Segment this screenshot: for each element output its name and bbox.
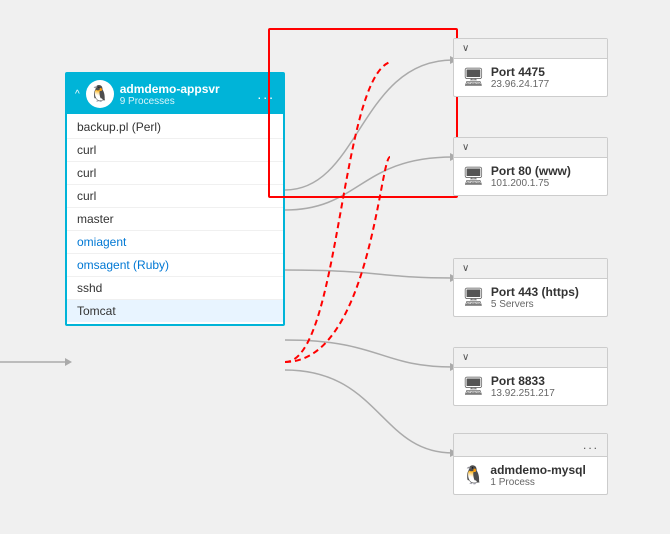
port-collapse-icon[interactable]: ∨ — [462, 43, 469, 54]
port-4475-ip: 23.96.24.177 — [491, 79, 549, 90]
port-icon: 🖥 — [462, 166, 485, 187]
port-collapse-icon[interactable]: ∨ — [462, 352, 469, 363]
admdemo-mysql-content: 🐧 admdemo-mysql 1 Process — [454, 457, 607, 494]
server-name: admdemo-appsvr — [120, 82, 220, 96]
port-icon: 🖥 — [462, 287, 485, 308]
process-item-tomcat[interactable]: Tomcat — [67, 300, 283, 322]
admdemo-mysql-node[interactable]: ... 🐧 admdemo-mysql 1 Process — [453, 433, 608, 495]
port-80-node[interactable]: ∨ 🖥 Port 80 (www) 101.200.1.75 — [453, 137, 608, 196]
linux-icon: 🐧 — [86, 80, 114, 108]
collapse-icon[interactable]: ^ — [75, 89, 80, 100]
port-icon: 🖥 — [462, 67, 485, 88]
port-4475-content: 🖥 Port 4475 23.96.24.177 — [454, 59, 607, 96]
more-icon[interactable]: ... — [257, 86, 275, 102]
port-80-content: 🖥 Port 80 (www) 101.200.1.75 — [454, 158, 607, 195]
admdemo-mysql-processes: 1 Process — [490, 477, 585, 488]
admdemo-mysql-name: admdemo-mysql — [490, 463, 585, 477]
process-item[interactable]: backup.pl (Perl) — [67, 116, 283, 139]
port-443-content: 🖥 Port 443 (https) 5 Servers — [454, 279, 607, 316]
port-collapse-icon[interactable]: ∨ — [462, 142, 469, 153]
port-8833-name: Port 8833 — [491, 374, 555, 388]
process-item[interactable]: curl — [67, 139, 283, 162]
port-8833-content: 🖥 Port 8833 13.92.251.217 — [454, 368, 607, 405]
linux-icon: 🐧 — [462, 465, 484, 486]
process-item[interactable]: master — [67, 208, 283, 231]
port-443-header: ∨ — [454, 259, 607, 279]
admdemo-mysql-header: ... — [454, 434, 607, 457]
port-collapse-icon[interactable]: ∨ — [462, 263, 469, 274]
process-item-sshd[interactable]: sshd — [67, 277, 283, 300]
port-8833-node[interactable]: ∨ 🖥 Port 8833 13.92.251.217 — [453, 347, 608, 406]
main-server-node[interactable]: ^ 🐧 admdemo-appsvr 9 Processes ... backu… — [65, 72, 285, 326]
port-8833-ip: 13.92.251.217 — [491, 388, 555, 399]
port-80-name: Port 80 (www) — [491, 164, 571, 178]
port-icon: 🖥 — [462, 376, 485, 397]
process-item[interactable]: curl — [67, 162, 283, 185]
port-443-node[interactable]: ∨ 🖥 Port 443 (https) 5 Servers — [453, 258, 608, 317]
more-icon[interactable]: ... — [583, 438, 599, 452]
port-80-header: ∨ — [454, 138, 607, 158]
port-8833-header: ∨ — [454, 348, 607, 368]
server-processes: 9 Processes — [120, 96, 220, 107]
port-443-name: Port 443 (https) — [491, 285, 579, 299]
port-4475-node[interactable]: ∨ 🖥 Port 4475 23.96.24.177 — [453, 38, 608, 97]
port-443-ip: 5 Servers — [491, 299, 579, 310]
red-highlight-box — [268, 28, 458, 198]
port-4475-header: ∨ — [454, 39, 607, 59]
process-item-omiagent[interactable]: omiagent — [67, 231, 283, 254]
process-list: backup.pl (Perl) curl curl curl master o… — [67, 114, 283, 324]
main-server-header: ^ 🐧 admdemo-appsvr 9 Processes ... — [67, 74, 283, 114]
process-item-omsagent[interactable]: omsagent (Ruby) — [67, 254, 283, 277]
port-4475-name: Port 4475 — [491, 65, 549, 79]
process-item[interactable]: curl — [67, 185, 283, 208]
port-80-ip: 101.200.1.75 — [491, 178, 571, 189]
